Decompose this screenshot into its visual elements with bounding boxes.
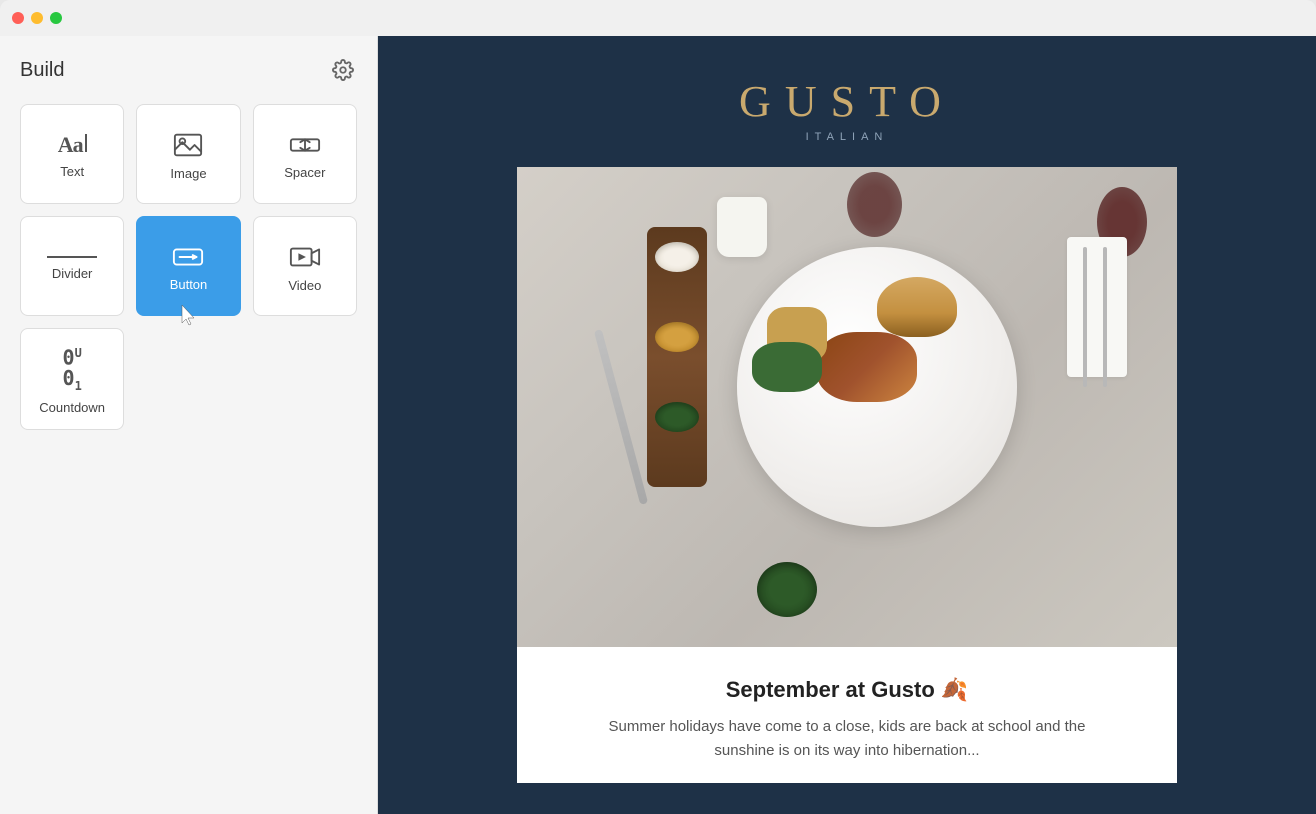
sidebar-header: Build (20, 56, 357, 84)
button-icon (172, 245, 204, 269)
settings-button[interactable] (329, 56, 357, 84)
widget-image[interactable]: Image (136, 104, 240, 204)
close-button[interactable] (12, 12, 24, 24)
countdown-widget-label: Countdown (39, 400, 105, 415)
board-bowl-top (655, 242, 699, 272)
email-headline: September at Gusto 🍂 (557, 677, 1137, 703)
sidebar: Build Aa Text (0, 36, 378, 814)
bottom-veg-bowl (757, 562, 817, 617)
minimize-button[interactable] (31, 12, 43, 24)
fork (1083, 247, 1087, 387)
widget-text[interactable]: Aa Text (20, 104, 124, 204)
video-icon (289, 244, 321, 270)
brand-name: GUSTO (517, 76, 1177, 127)
text-widget-label: Text (60, 164, 84, 179)
wine-glass-top (847, 172, 902, 237)
app-body: Build Aa Text (0, 36, 1316, 814)
image-icon (173, 132, 203, 158)
cursor-pointer (178, 303, 200, 335)
knife (1103, 247, 1107, 387)
food-image-background (517, 167, 1177, 647)
email-text-section: September at Gusto 🍂 Summer holidays hav… (517, 647, 1177, 783)
widget-divider[interactable]: Divider (20, 216, 124, 316)
widget-grid: Aa Text Image (20, 104, 357, 430)
food-yorkshire-pudding (877, 277, 957, 337)
napkin (1067, 237, 1127, 377)
spacer-widget-label: Spacer (284, 165, 325, 180)
email-body-text: Summer holidays have come to a close, ki… (597, 715, 1097, 763)
email-header: GUSTO ITALIAN (497, 36, 1197, 167)
maximize-button[interactable] (50, 12, 62, 24)
board-bowl-bottom (655, 402, 699, 432)
food-vegetables (752, 342, 822, 392)
food-meat (817, 332, 917, 402)
spacer-icon (289, 133, 321, 157)
widget-countdown[interactable]: 0U 01 Countdown (20, 328, 124, 430)
image-widget-label: Image (170, 166, 206, 181)
gravy-jug (717, 197, 767, 257)
email-canvas: GUSTO ITALIAN (378, 36, 1316, 814)
divider-icon (47, 256, 97, 258)
spoon (594, 329, 648, 505)
countdown-icon: 0U 01 (63, 347, 82, 392)
widget-spacer[interactable]: Spacer (253, 104, 357, 204)
board-bowl-middle (655, 322, 699, 352)
button-widget-label: Button (170, 277, 208, 292)
widget-video[interactable]: Video (253, 216, 357, 316)
video-widget-label: Video (288, 278, 321, 293)
text-icon: Aa (58, 134, 87, 156)
sidebar-title: Build (20, 59, 64, 82)
food-image (517, 167, 1177, 647)
email-preview: GUSTO ITALIAN (497, 36, 1197, 783)
title-bar (0, 0, 1316, 36)
email-content-card: September at Gusto 🍂 Summer holidays hav… (517, 167, 1177, 783)
brand-subtitle: ITALIAN (517, 131, 1177, 143)
divider-widget-label: Divider (52, 266, 92, 281)
widget-button[interactable]: Button (136, 216, 240, 316)
